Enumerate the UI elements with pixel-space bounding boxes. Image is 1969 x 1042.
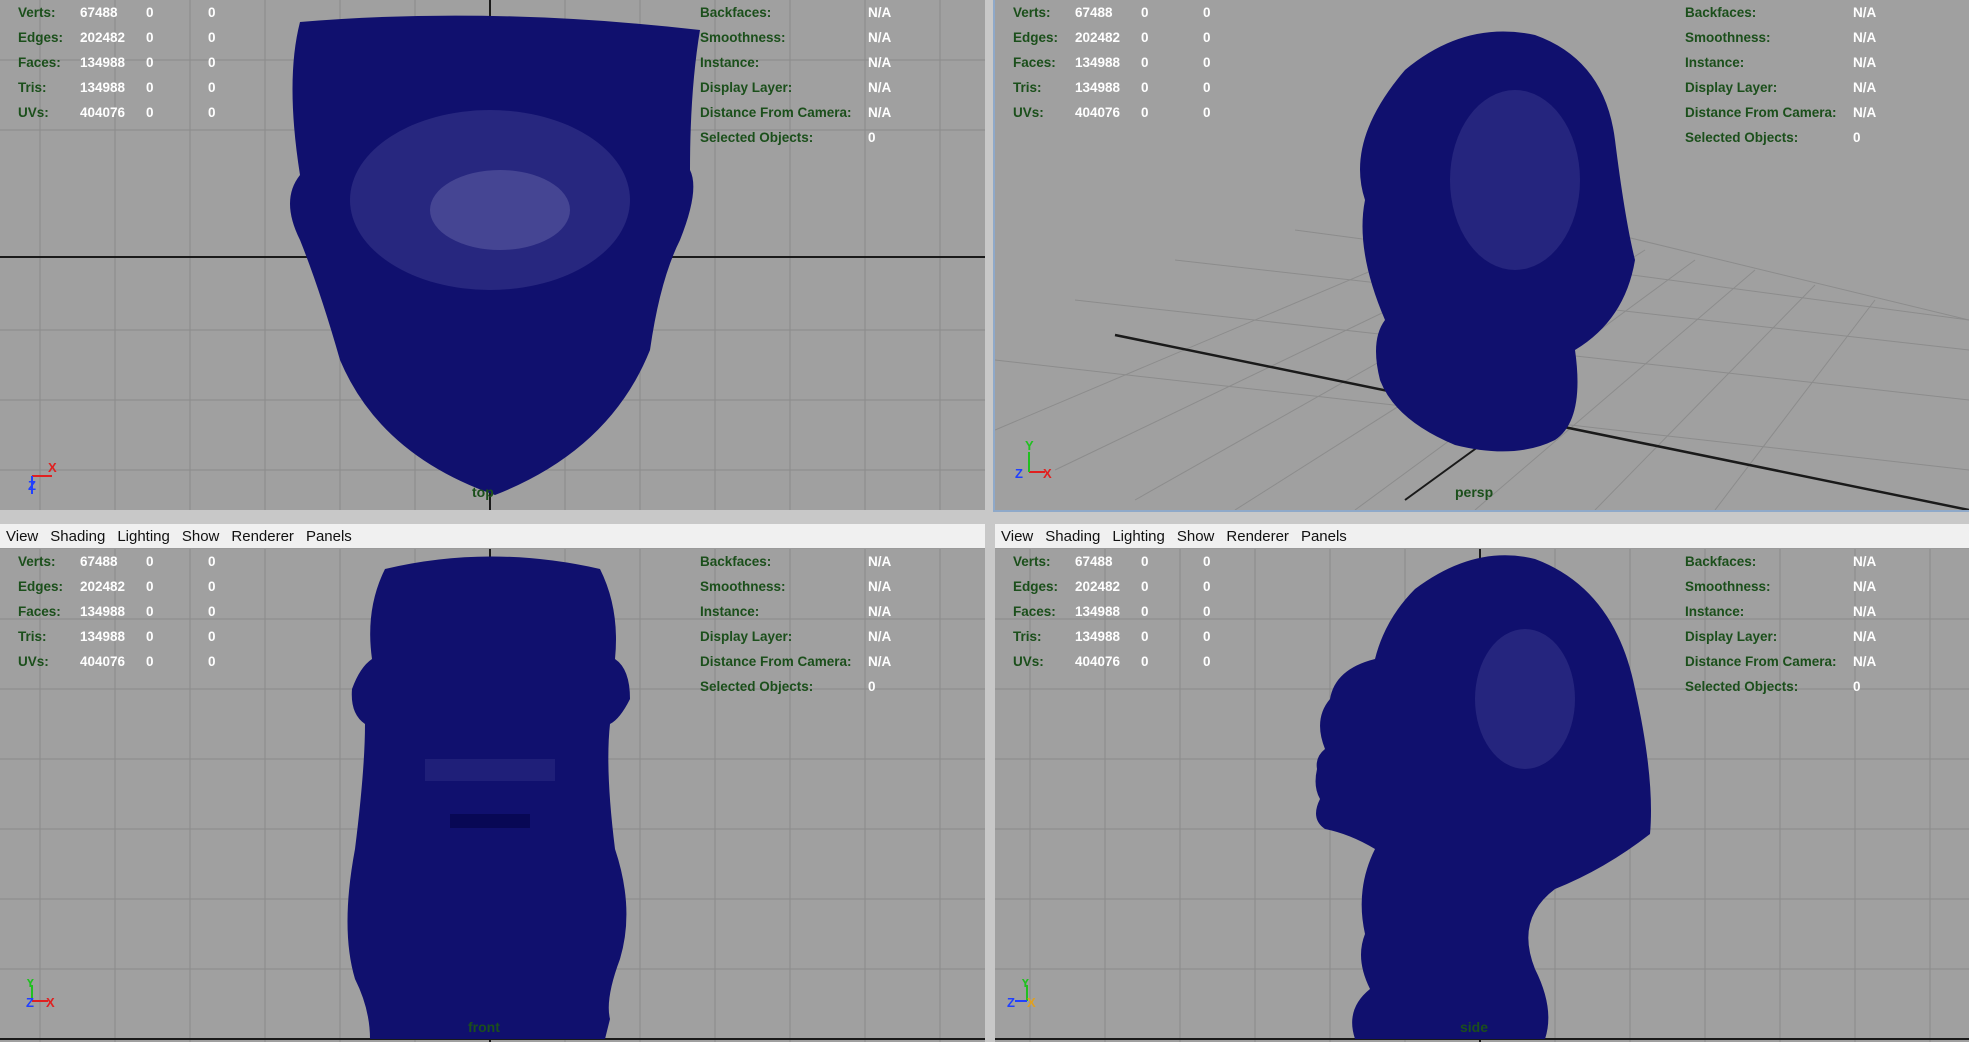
menubar-side: View Shading Lighting Show Renderer Pane…: [995, 524, 1969, 549]
axis-gizmo-side-icon: Y Z X: [1007, 979, 1036, 1010]
hud-poly-count-front: Verts: 67488 0 0 Edges: 202482 0 0 Faces: 13498…: [18, 554, 216, 669]
viewport-side[interactable]: View Shading Lighting Show Renderer Pane…: [995, 524, 1969, 1042]
menu-renderer[interactable]: Renderer: [1226, 528, 1289, 545]
svg-text:X: X: [46, 995, 55, 1010]
viewport-persp[interactable]: Verts: 67488 0 0 Edges: 202482 0 0 Faces: 13498…: [993, 0, 1969, 512]
svg-text:Y: Y: [1025, 440, 1034, 453]
head-mesh-side: [1315, 555, 1651, 1039]
hud-object-details-front: Backfaces: N/A Smoothness: N/A Instance: N/…: [700, 554, 892, 694]
svg-text:Z: Z: [26, 995, 34, 1010]
svg-text:X: X: [1027, 995, 1036, 1010]
svg-text:Y: Y: [26, 979, 35, 990]
hud-object-details-top: Backfaces: N/A Smoothness: N/A Instance: N/…: [700, 5, 892, 145]
menu-view[interactable]: View: [1001, 528, 1033, 545]
menu-shading[interactable]: Shading: [1045, 528, 1100, 545]
svg-text:Z: Z: [1015, 466, 1023, 481]
viewport-front[interactable]: View Shading Lighting Show Renderer Pane…: [0, 524, 985, 1042]
menu-renderer[interactable]: Renderer: [231, 528, 294, 545]
camera-label-persp: persp: [1455, 484, 1494, 500]
axis-gizmo-top-icon: X Z: [28, 460, 57, 494]
menu-lighting[interactable]: Lighting: [117, 528, 170, 545]
hud-poly-count-top: Verts: 67488 0 0 Edges: 202482 0 0 Faces: 13498…: [18, 5, 216, 120]
head-mesh-front: [347, 556, 630, 1039]
viewport-top[interactable]: Verts: 67488 0 0 Edges: 202482 0 0 Faces: 13498…: [0, 0, 985, 510]
axis-gizmo-persp-icon: Y Z X: [1015, 440, 1052, 481]
svg-text:Z: Z: [28, 478, 36, 493]
menu-view[interactable]: View: [6, 528, 38, 545]
menu-shading[interactable]: Shading: [50, 528, 105, 545]
hud-poly-count-persp: Verts: 67488 0 0 Edges: 202482 0 0 Faces: 13498…: [1013, 5, 1211, 120]
menu-show[interactable]: Show: [1177, 528, 1215, 545]
camera-label-top: top: [472, 484, 494, 500]
svg-text:Y: Y: [1021, 979, 1030, 990]
svg-text:X: X: [48, 460, 57, 475]
svg-text:X: X: [1043, 466, 1052, 481]
camera-label-side: side: [1460, 1019, 1489, 1035]
hud-poly-count-side: Verts: 67488 0 0 Edges: 202482 0 0 Faces: 13498…: [1013, 554, 1211, 669]
menu-panels[interactable]: Panels: [306, 528, 352, 545]
hud-object-details-side: Backfaces: N/A Smoothness: N/A Instance: N/…: [1685, 554, 1877, 694]
menu-show[interactable]: Show: [182, 528, 220, 545]
menu-panels[interactable]: Panels: [1301, 528, 1347, 545]
svg-text:Z: Z: [1007, 995, 1015, 1010]
camera-label-front: front: [468, 1019, 500, 1035]
menubar-front: View Shading Lighting Show Renderer Pane…: [0, 524, 985, 549]
axis-gizmo-front-icon: Y Z X: [26, 979, 55, 1010]
menu-lighting[interactable]: Lighting: [1112, 528, 1165, 545]
hud-object-details-persp: Backfaces: N/A Smoothness: N/A Instance: N/…: [1685, 5, 1877, 145]
